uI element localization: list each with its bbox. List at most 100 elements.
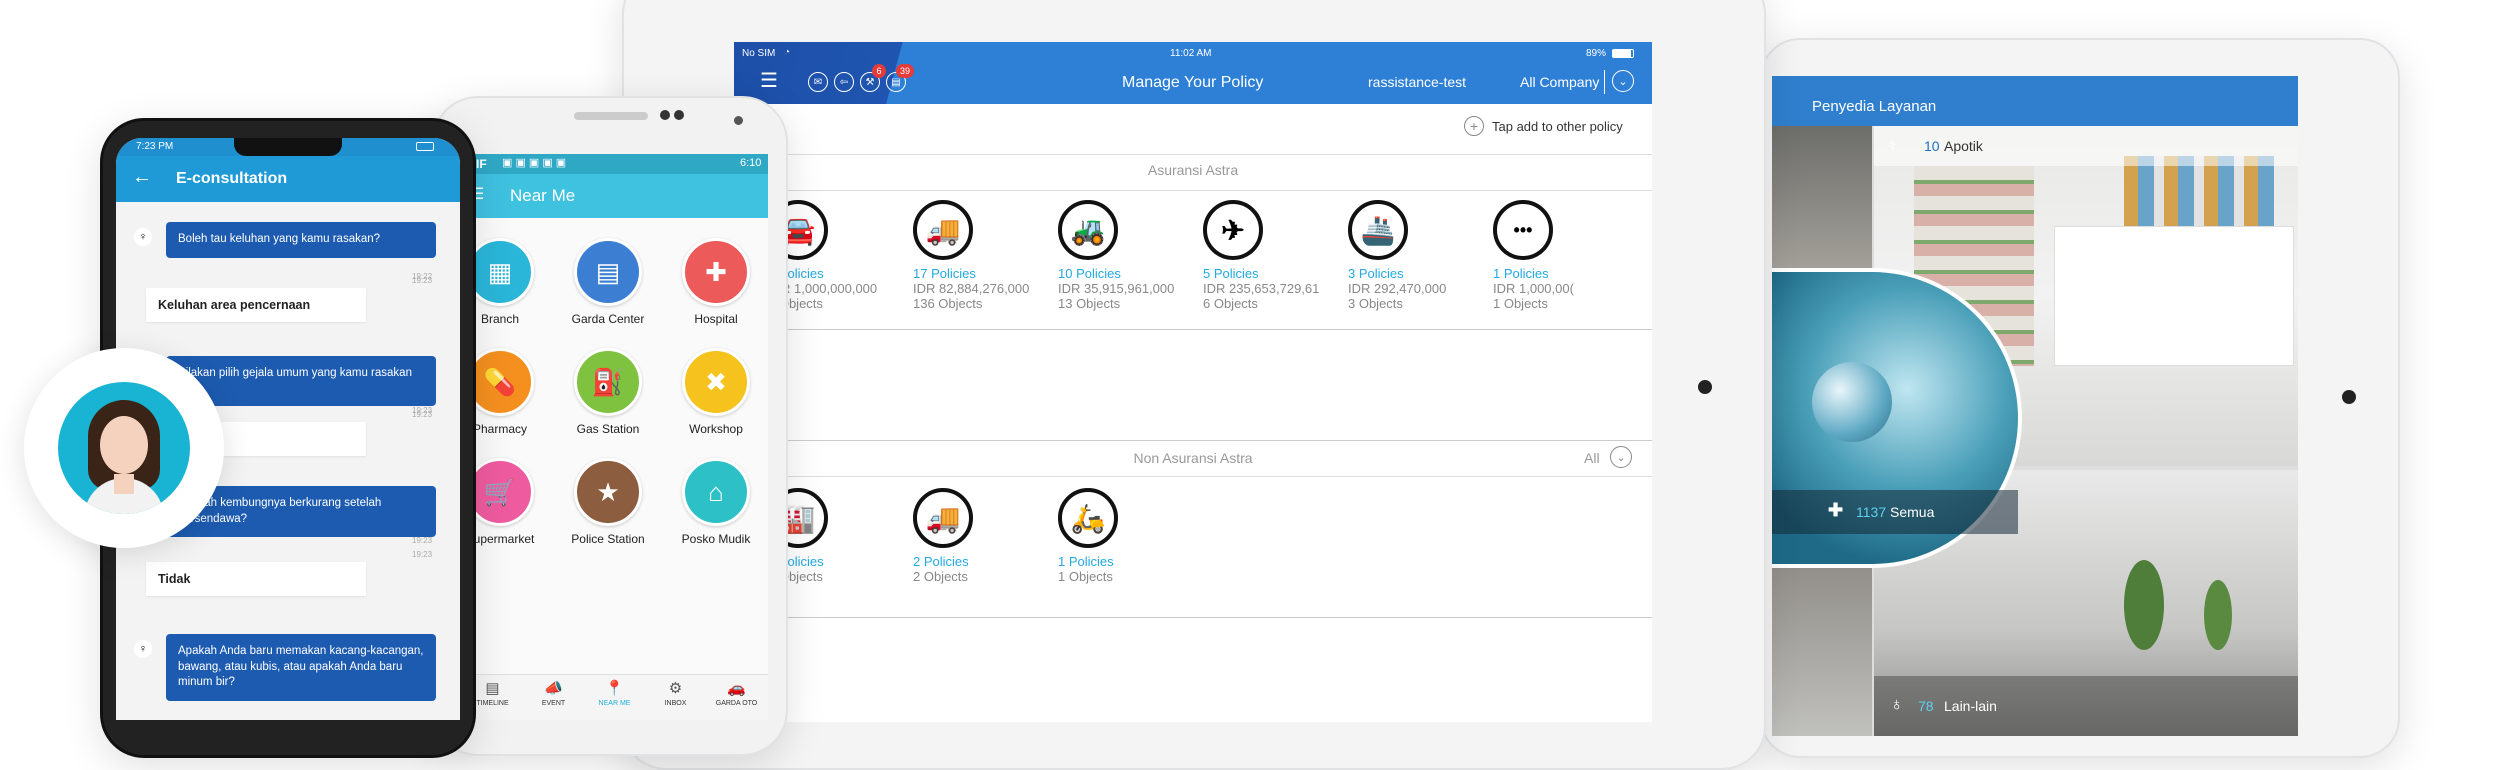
lain-label: Lain-lain <box>1944 698 1997 714</box>
company-select[interactable]: All Company <box>1520 74 1599 90</box>
police-icon: ★ <box>574 458 642 526</box>
near-title: Near Me <box>510 186 576 205</box>
back-icon[interactable]: ⇦ <box>834 72 854 92</box>
bottom-nav: ▤ TIMELINE 📣 EVENT 📍 NEAR ME ⚙ INBOX 🚗 GARDA OTO <box>462 674 768 720</box>
near-item-posko-mudik[interactable]: ⌂ Posko Mudik <box>666 458 766 562</box>
policy-card[interactable]: 🚚 2 Policies 2 Objects <box>913 488 1043 584</box>
status-time: 11:02 AM <box>1170 48 1212 59</box>
lain-row[interactable]: ♁ 78 Lain-lain <box>1874 676 2298 736</box>
message-time: 19:23 <box>412 550 433 559</box>
apotik-label: Apotik <box>1944 138 1983 154</box>
doctor-mini-avatar: ♀ <box>134 228 152 246</box>
branch-icon: ▦ <box>466 238 534 306</box>
nav-event[interactable]: 📣 EVENT <box>523 675 584 720</box>
section2-filter[interactable]: All <box>1584 450 1600 466</box>
nav-label: EVENT <box>541 700 566 707</box>
chat-question: Apakah Anda baru memakan kacang-kacangan… <box>166 634 436 701</box>
section-divider <box>734 440 1652 441</box>
pharmacy-icon: 💊 <box>466 348 534 416</box>
stethoscope-icon: ♁ <box>1890 694 1904 714</box>
message-time: 19:23 <box>412 536 433 545</box>
home-button[interactable] <box>1698 380 1712 394</box>
plane-icon: ✈ <box>1203 200 1263 260</box>
policy-count: 3 Policies <box>1348 266 1404 281</box>
policy-card[interactable]: ••• 1 Policies IDR 1,000,00(1 Objects <box>1493 200 1623 311</box>
header-title: Manage Your Policy <box>1122 74 1264 91</box>
heavy-equipment-icon: 🚜 <box>1058 200 1118 260</box>
near-item-police-station[interactable]: ★ Police Station <box>558 458 658 562</box>
wifi-icon: ◔ <box>784 47 791 58</box>
notch <box>234 138 342 156</box>
camera-dot <box>674 110 684 120</box>
motorcycle-icon: 🛵 <box>1058 488 1118 548</box>
status-time: 7:23 PM <box>136 141 174 152</box>
pin-icon: ⚕ <box>1888 138 1897 155</box>
menu-icon[interactable]: ☰ <box>760 68 778 93</box>
near-me-icon: 📍 <box>605 680 624 697</box>
nav-inbox[interactable]: ⚙ INBOX <box>645 675 706 720</box>
policy-objects: 1 Objects <box>1058 569 1113 584</box>
section-divider <box>734 617 1652 618</box>
chevron-down-icon[interactable]: ⌄ <box>1612 70 1634 92</box>
policy-objects: 1 Objects <box>1493 296 1548 311</box>
back-arrow-icon[interactable]: ← <box>132 166 152 189</box>
nav-near-me[interactable]: 📍 NEAR ME <box>584 675 645 720</box>
message-time: 19:23 <box>412 410 433 419</box>
policy-objects: 136 Objects <box>913 296 983 311</box>
plus-icon: ✚ <box>1828 500 1844 520</box>
mail-icon[interactable]: ✉ <box>808 72 828 92</box>
near-item-label: Hospital <box>694 312 738 326</box>
doctor-mini-avatar: ♀ <box>134 640 152 658</box>
semua-count: 1137 <box>1856 504 1887 520</box>
battery-icon <box>1612 49 1634 58</box>
near-item-label: Posko Mudik <box>681 532 751 546</box>
supermarket-icon: 🛒 <box>466 458 534 526</box>
policy-header: No SIM ◔ 11:02 AM 89% ☰ ✉ ⇦ ⚒ 6 ▤ 39 Man… <box>734 42 1652 104</box>
truck-icon: 🚚 <box>913 488 973 548</box>
company-divider <box>1604 70 1605 94</box>
battery-percent: 89% <box>1586 48 1607 59</box>
policy-card[interactable]: 🚜 10 Policies IDR 35,915,961,000 13 Objects <box>1058 200 1188 311</box>
chat-question: Boleh tau keluhan yang kamu rasakan? <box>166 222 436 258</box>
event-icon: 📣 <box>544 680 563 697</box>
sensor-dot <box>734 116 743 125</box>
policy-card[interactable]: 🚢 3 Policies IDR 292,470,000 3 Objects <box>1348 200 1478 311</box>
tablet-main-screen: No SIM ◔ 11:02 AM 89% ☰ ✉ ⇦ ⚒ 6 ▤ 39 Man… <box>734 42 1652 722</box>
near-item-garda-center[interactable]: ▤ Garda Center <box>558 238 658 342</box>
policy-amount: IDR 235,653,729,61 <box>1203 281 1320 296</box>
near-item-workshop[interactable]: ✖ Workshop <box>666 348 766 452</box>
add-policy-link[interactable]: + Tap add to other policy <box>1464 116 1652 140</box>
policy-card[interactable]: ✈ 5 Policies IDR 235,653,729,61 6 Objects <box>1203 200 1333 311</box>
policy-amount: IDR 35,915,961,000 <box>1058 281 1175 296</box>
add-policy-label: Tap add to other policy <box>1492 119 1623 134</box>
policy-card[interactable]: 🚚 17 Policies IDR 82,884,276,000 136 Object… <box>913 200 1043 311</box>
section-divider <box>734 154 1652 155</box>
nav-label: NEAR ME <box>598 700 631 707</box>
semua-label: Semua <box>1890 504 1935 520</box>
apotik-row[interactable]: ⚕ 10 Apotik <box>1874 126 2298 166</box>
nav-garda-oto[interactable]: 🚗 GARDA OTO <box>706 675 767 720</box>
policy-count: 17 Policies <box>913 266 976 281</box>
policy-card[interactable]: 🛵 1 Policies 1 Objects <box>1058 488 1188 584</box>
chat-answer[interactable]: Keluhan area pencernaan <box>146 288 366 322</box>
home-button[interactable] <box>2342 390 2356 404</box>
workshop-icon: ✖ <box>682 348 750 416</box>
status-bar: IF ▣ ▣ ▣ ▣ ▣ 6:10 <box>462 154 768 174</box>
carrier-label: No SIM <box>742 48 776 59</box>
policy-count: 10 Policies <box>1058 266 1121 281</box>
near-item-label: Workshop <box>689 422 743 436</box>
section1-title: Asuransi Astra <box>1147 162 1239 178</box>
chevron-down-icon[interactable]: ⌄ <box>1610 446 1632 468</box>
near-header: ☰ Near Me <box>462 174 768 218</box>
brand-label: IF <box>476 157 487 171</box>
camera-dot <box>660 110 670 120</box>
notification-icons: ▣ ▣ ▣ ▣ ▣ <box>502 157 567 169</box>
policy-objects: 6 Objects <box>1203 296 1258 311</box>
near-item-hospital[interactable]: ✚ Hospital <box>666 238 766 342</box>
near-item-gas-station[interactable]: ⛽ Gas Station <box>558 348 658 452</box>
chat-answer[interactable]: Tidak <box>146 562 366 596</box>
nav-label: INBOX <box>664 700 687 707</box>
policy-objects: 13 Objects <box>1058 296 1121 311</box>
section2-title: Non Asuransi Astra <box>1133 450 1253 466</box>
inbox-icon: ⚙ <box>668 680 683 697</box>
